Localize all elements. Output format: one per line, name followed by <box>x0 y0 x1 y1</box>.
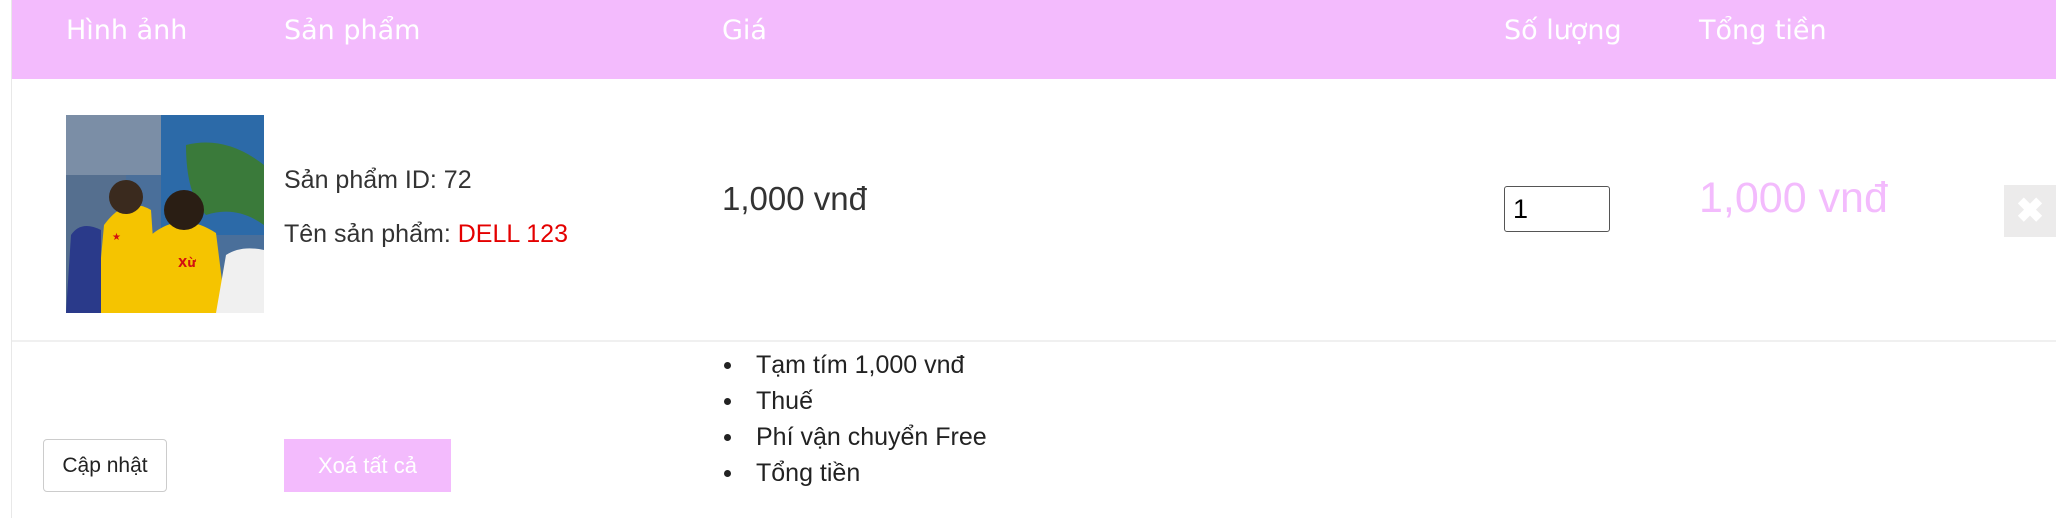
cart-page: Hình ảnh Sản phẩm Giá Số lượng Tổng tiền… <box>0 0 2056 518</box>
product-image: Xừ ★ <box>66 115 264 313</box>
product-name-line: Tên sản phẩm: DELL 123 <box>284 220 568 249</box>
svg-text:★: ★ <box>112 232 121 243</box>
summary-total: Tổng tiền <box>722 455 987 491</box>
product-total: 1,000 vnđ <box>1699 174 1888 222</box>
product-id: Sản phẩm ID: 72 <box>284 166 472 194</box>
remove-item-button[interactable]: ✖ <box>2004 185 2056 237</box>
header-total: Tổng tiền <box>1699 15 1827 46</box>
header-price: Giá <box>722 15 767 46</box>
summary-subtotal: Tạm tím 1,000 vnđ <box>722 347 987 383</box>
product-price: 1,000 vnđ <box>722 180 867 217</box>
clear-all-button[interactable]: Xoá tất cả <box>284 439 451 492</box>
cart-table-header: Hình ảnh Sản phẩm Giá Số lượng Tổng tiền <box>12 0 2056 79</box>
cart-summary: Tạm tím 1,000 vnđ Thuế Phí vận chuyển Fr… <box>722 347 987 491</box>
header-image: Hình ảnh <box>66 15 188 46</box>
summary-tax: Thuế <box>722 383 987 419</box>
update-cart-button[interactable]: Cập nhật <box>43 439 167 492</box>
header-quantity: Số lượng <box>1504 15 1622 46</box>
product-name-label: Tên sản phẩm: <box>284 220 458 248</box>
summary-shipping: Phí vận chuyển Free <box>722 419 987 455</box>
close-icon: ✖ <box>2015 192 2045 230</box>
product-name-value[interactable]: DELL 123 <box>458 220 568 248</box>
svg-text:Xừ: Xừ <box>178 256 196 270</box>
row-divider <box>12 340 2056 342</box>
quantity-input[interactable] <box>1504 186 1610 232</box>
header-product: Sản phẩm <box>284 15 421 46</box>
